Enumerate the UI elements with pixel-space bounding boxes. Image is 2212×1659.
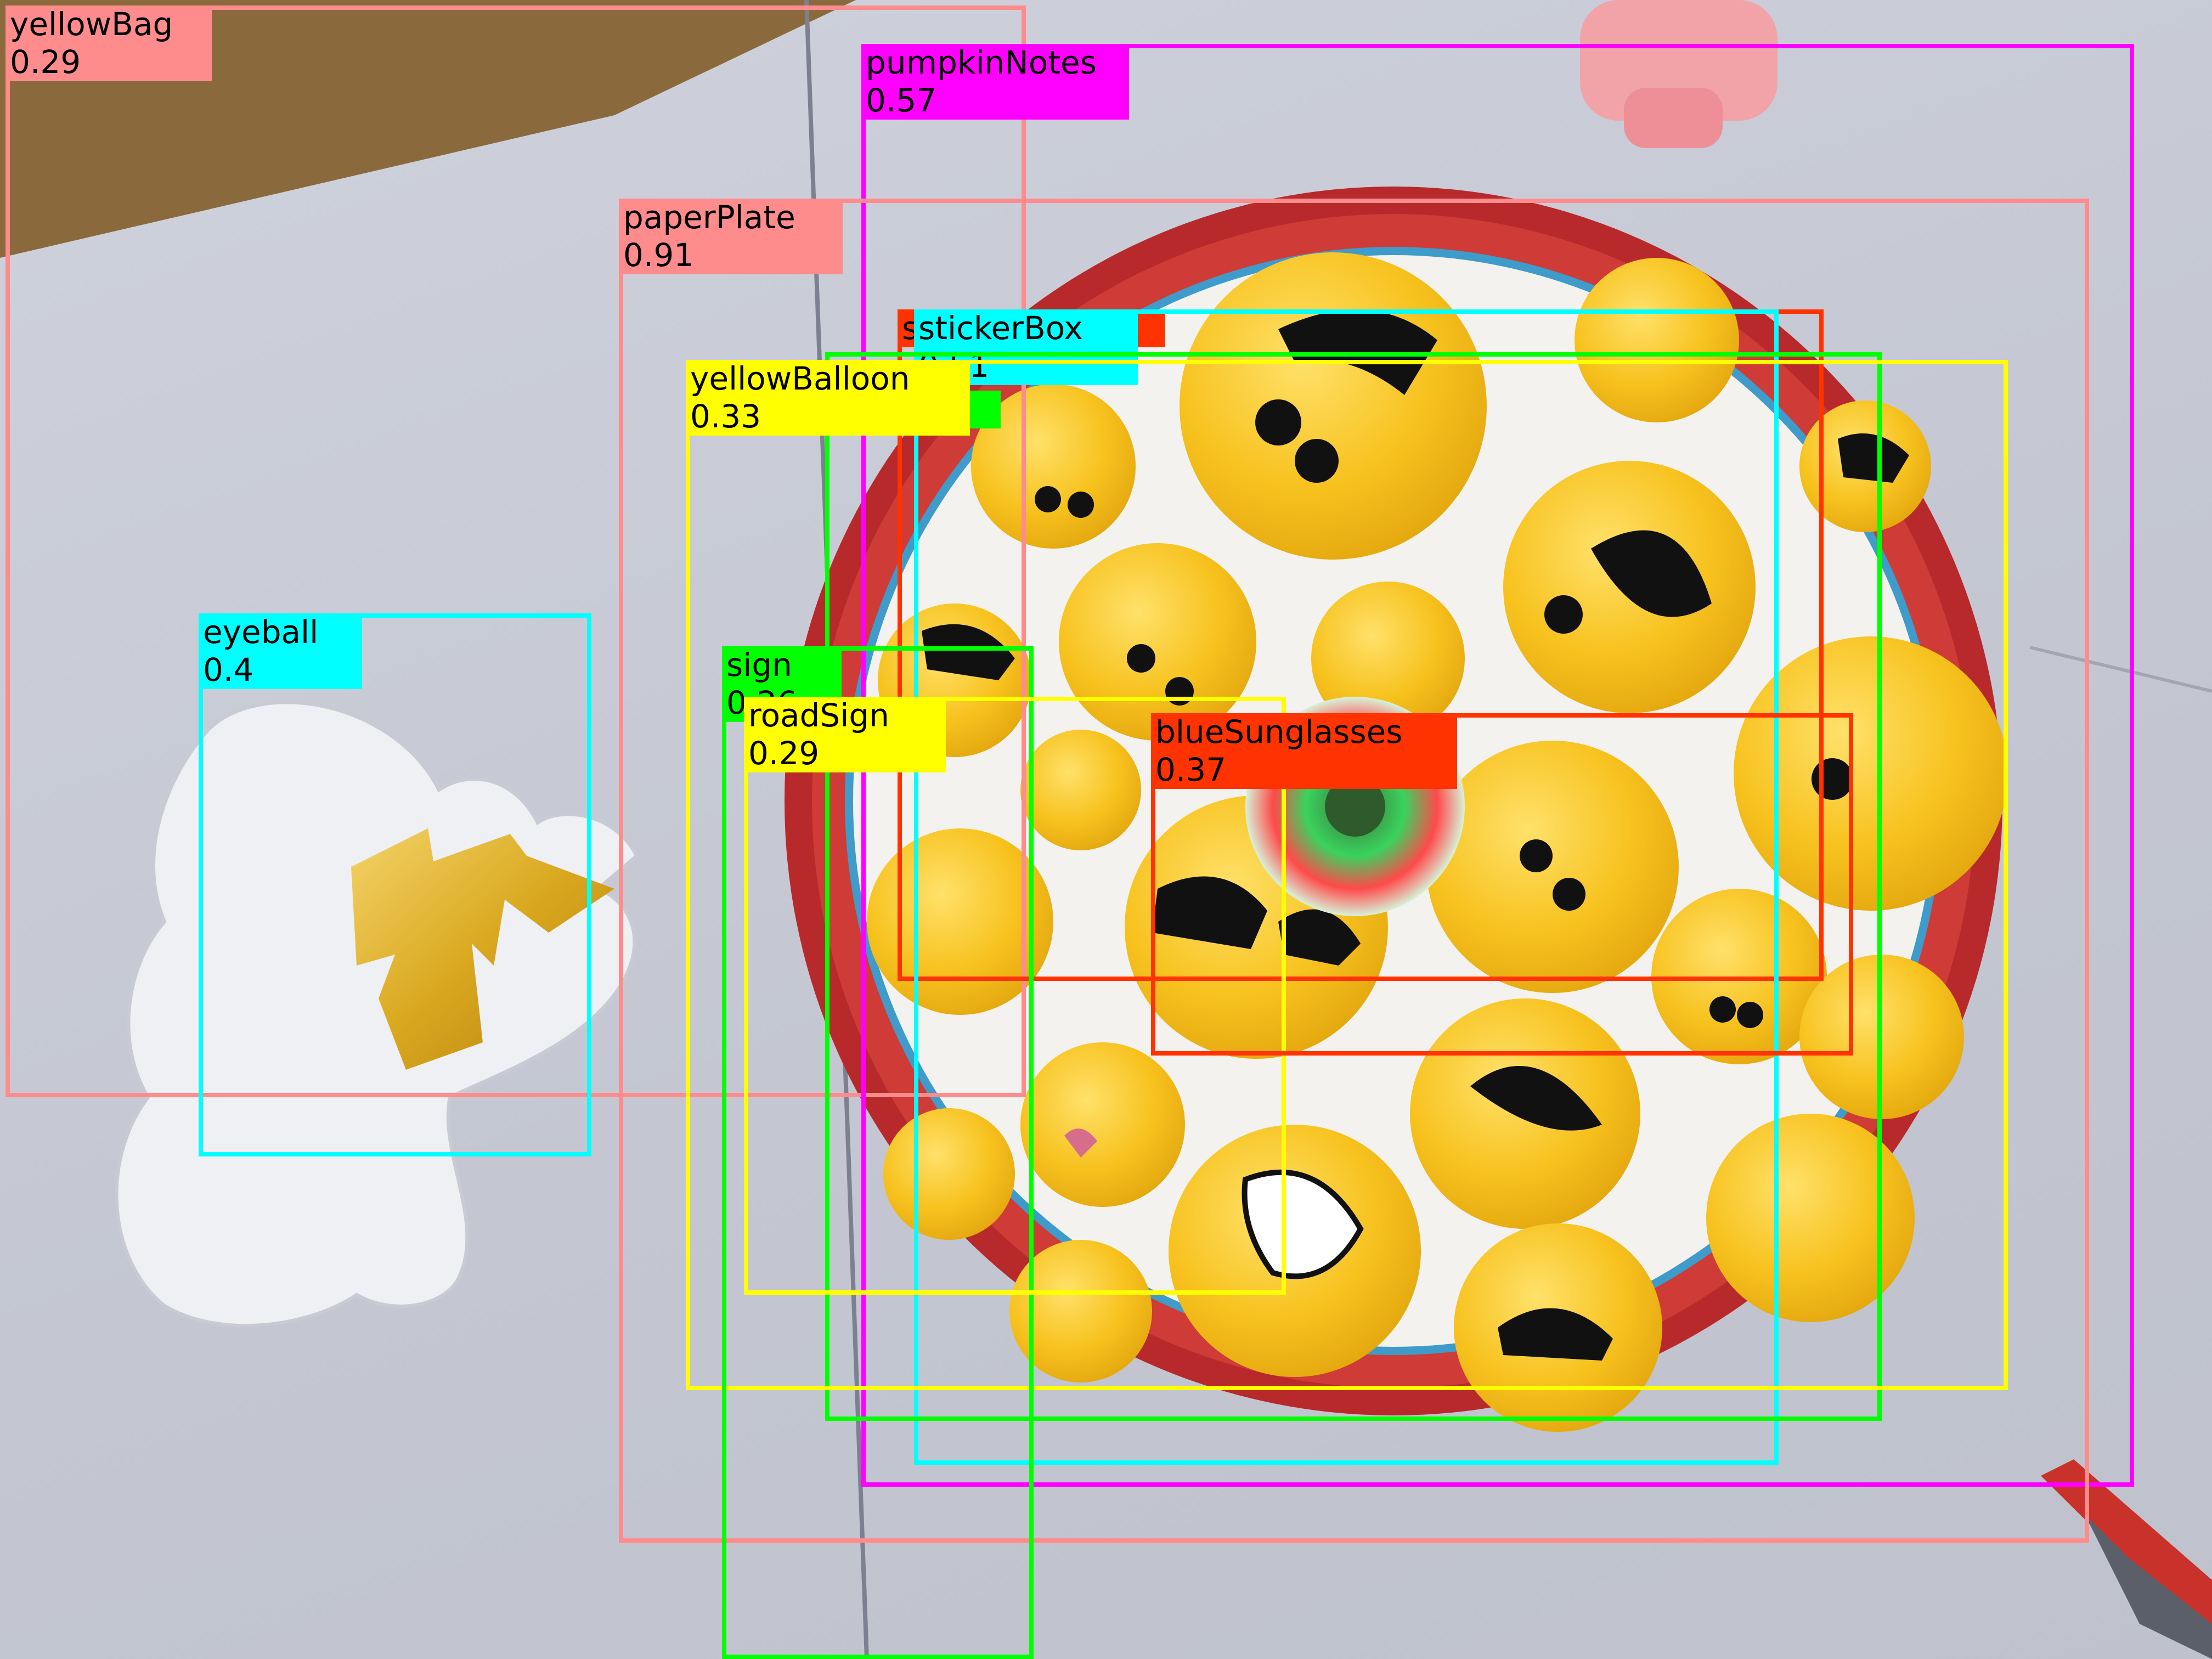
detection-class-name: sign (726, 646, 792, 684)
detection-class-name: yellowBag (10, 5, 173, 43)
detection-label: pumpkinNotes 0.57 (861, 44, 1129, 120)
detection-score: 0.4 (203, 651, 254, 689)
detection-class-name: yellowBalloon (690, 360, 910, 397)
detection-label: yellowBag 0.29 (5, 5, 212, 81)
detection-score: 0.57 (866, 82, 937, 119)
detection-score: 0.37 (1155, 751, 1227, 788)
detection-score: 0.91 (623, 236, 695, 274)
detection-class-name: pumpkinNotes (866, 44, 1097, 81)
detection-class-name: paperPlate (623, 199, 795, 236)
detection-label: blueSunglasses 0.37 (1151, 713, 1457, 789)
detection-box (199, 613, 591, 1156)
detection-score: 0.29 (748, 735, 820, 772)
photo-canvas: yellowBag 0.29 pumpkinNotes 0.57 paperPlate 0… (0, 0, 2212, 1659)
detection-label: eyeball 0.4 (199, 613, 362, 689)
detection-class-name: eyeball (203, 613, 319, 651)
detection-class-name: roadSign (748, 697, 889, 734)
detection-score: 0.33 (690, 398, 761, 435)
detection-label: paperPlate 0.91 (619, 199, 843, 274)
detection-class-name: stickerBox (918, 309, 1083, 347)
detection-label: yellowBalloon 0.33 (686, 360, 970, 436)
detection-score: 0.29 (10, 43, 81, 81)
detection-label: roadSign 0.29 (744, 697, 946, 772)
detection-class-name: blueSunglasses (1155, 713, 1403, 751)
